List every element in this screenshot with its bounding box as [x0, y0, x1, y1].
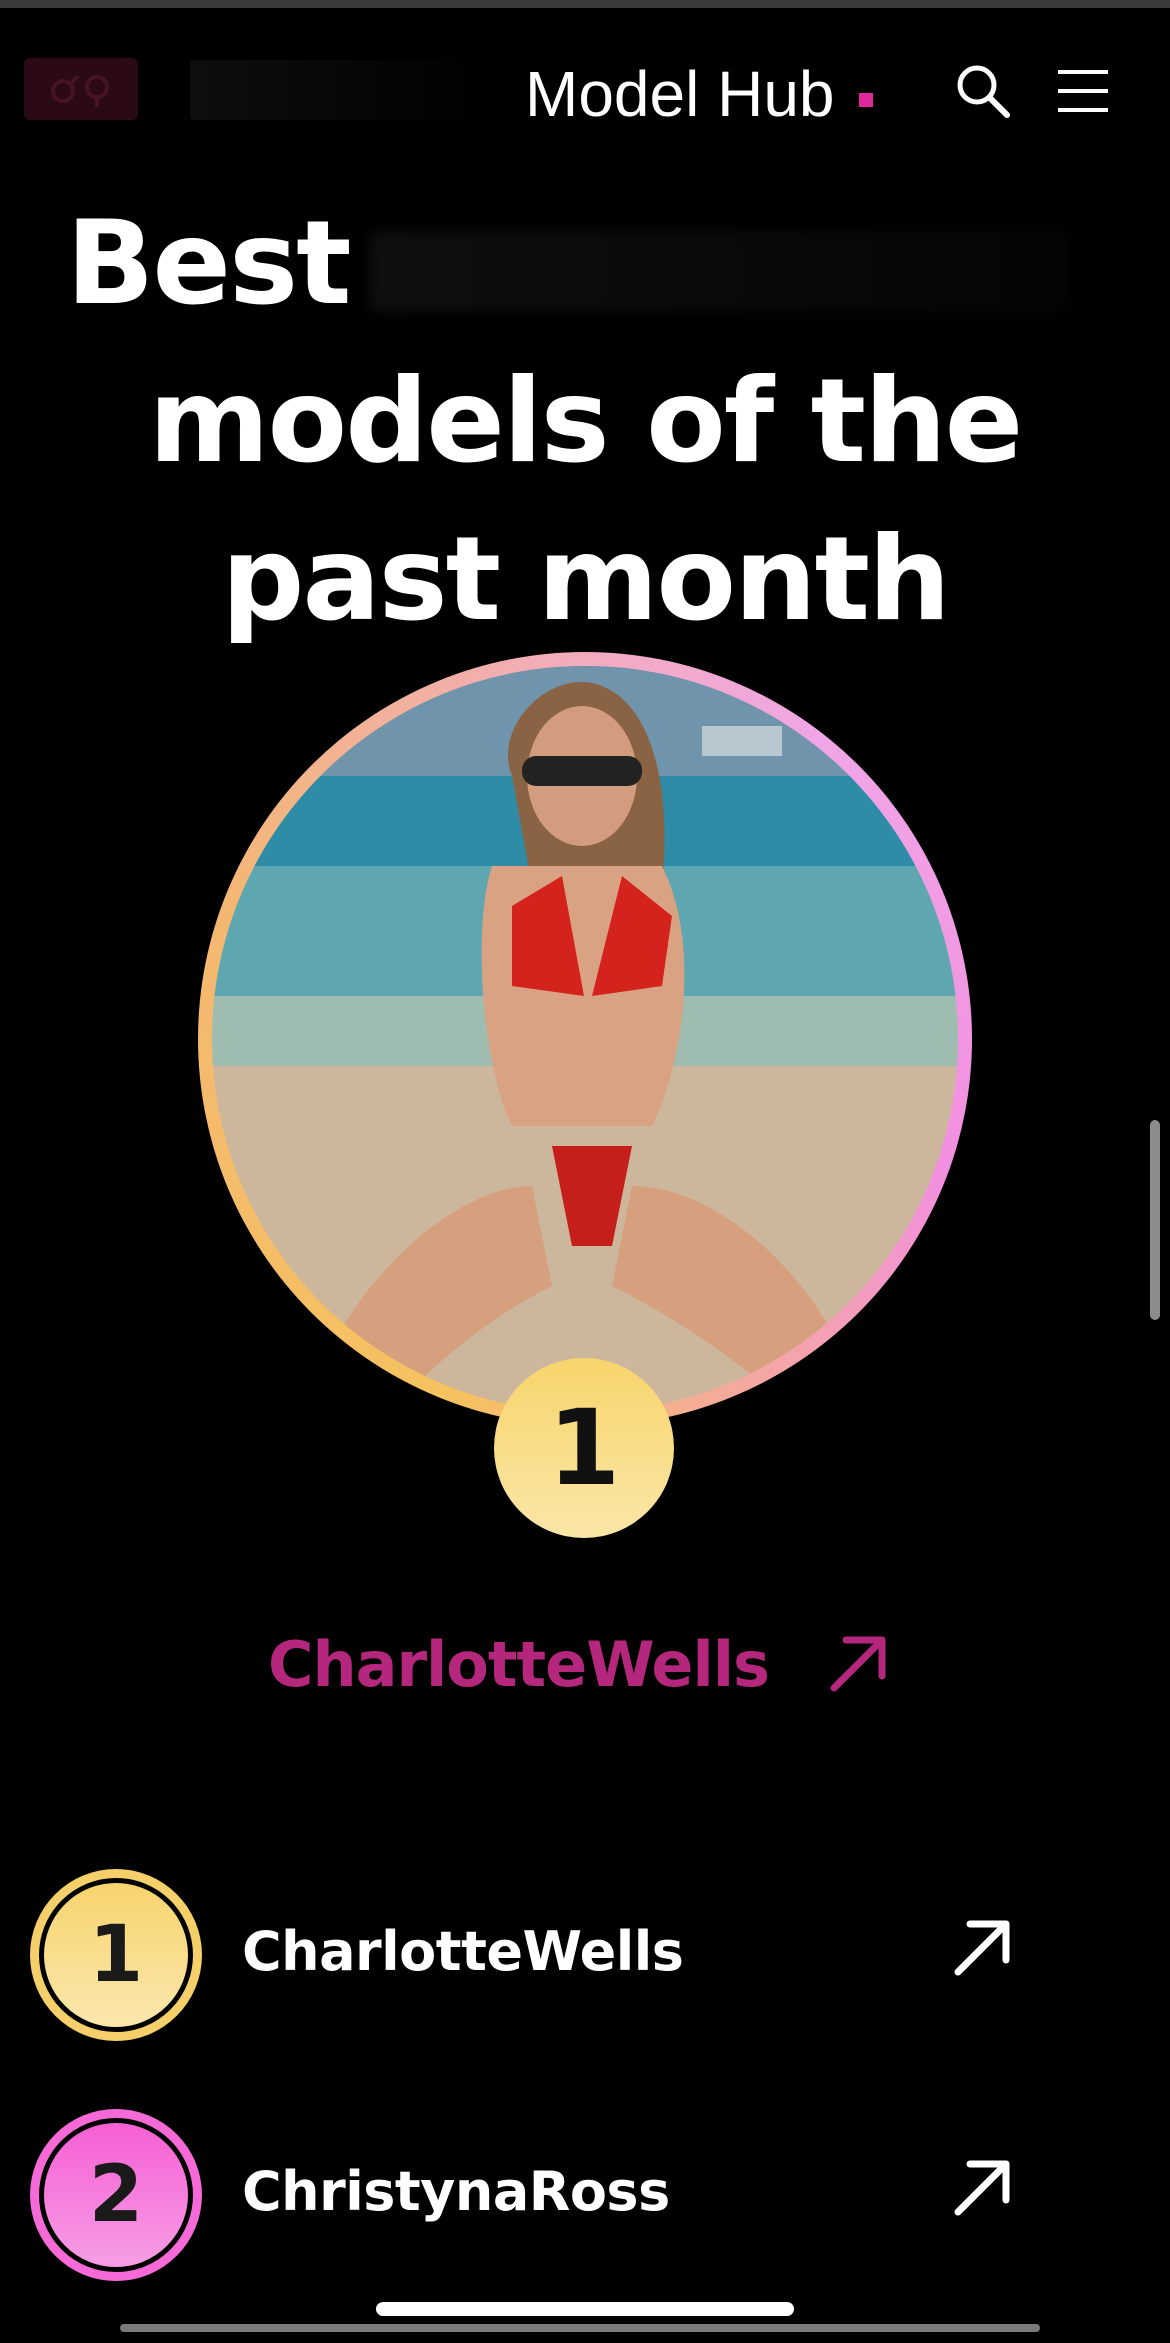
list-item[interactable]: 2 ChristynaRoss	[0, 2100, 1170, 2290]
title-line-1: Best	[40, 185, 1130, 343]
rank-badge: 1	[30, 1869, 202, 2041]
list-item[interactable]: 1 CharlotteWells	[0, 1860, 1170, 2050]
arrow-up-right-icon[interactable]	[948, 2152, 1018, 2222]
top-edge	[0, 0, 1170, 8]
model-name[interactable]: CharlotteWells	[242, 1920, 684, 1983]
home-indicator[interactable]	[376, 2302, 794, 2316]
search-button[interactable]	[948, 56, 1018, 126]
page-title: Best models of the past month	[40, 185, 1130, 659]
site-header: Model Hub	[0, 8, 1170, 168]
menu-icon	[1058, 70, 1108, 112]
site-logo[interactable]	[24, 58, 138, 120]
menu-button[interactable]	[1048, 56, 1118, 126]
featured-model-name[interactable]: CharlotteWells	[268, 1628, 770, 1701]
rank-badge: 2	[30, 2109, 202, 2281]
brand-label[interactable]: Model Hub	[525, 52, 873, 136]
brand-text: Model Hub	[525, 58, 835, 130]
logo-wordmark	[190, 60, 490, 120]
brand-dot	[858, 93, 873, 107]
arrow-up-right-icon[interactable]	[948, 1912, 1018, 1982]
title-line-2: models of the	[148, 354, 1024, 489]
scrollbar[interactable]	[1150, 1120, 1160, 1320]
arrow-up-right-icon[interactable]	[824, 1628, 894, 1698]
bottom-bar	[120, 2324, 1040, 2332]
gender-symbols-icon	[51, 74, 109, 107]
beach-photo-image	[212, 666, 958, 1412]
featured-model-frame[interactable]	[198, 652, 972, 1426]
rank-number: 1	[39, 1878, 193, 2032]
featured-rank-badge: 1	[494, 1358, 674, 1538]
blurred-title-text	[369, 231, 1070, 312]
featured-model-photo[interactable]	[212, 666, 958, 1412]
title-line-3: past month	[221, 512, 950, 647]
rank-number: 2	[39, 2118, 193, 2272]
title-word-best: Best	[66, 196, 352, 331]
search-icon	[957, 65, 1010, 118]
featured-model-link[interactable]: CharlotteWells	[0, 1620, 1170, 1720]
model-name[interactable]: ChristynaRoss	[242, 2160, 670, 2223]
